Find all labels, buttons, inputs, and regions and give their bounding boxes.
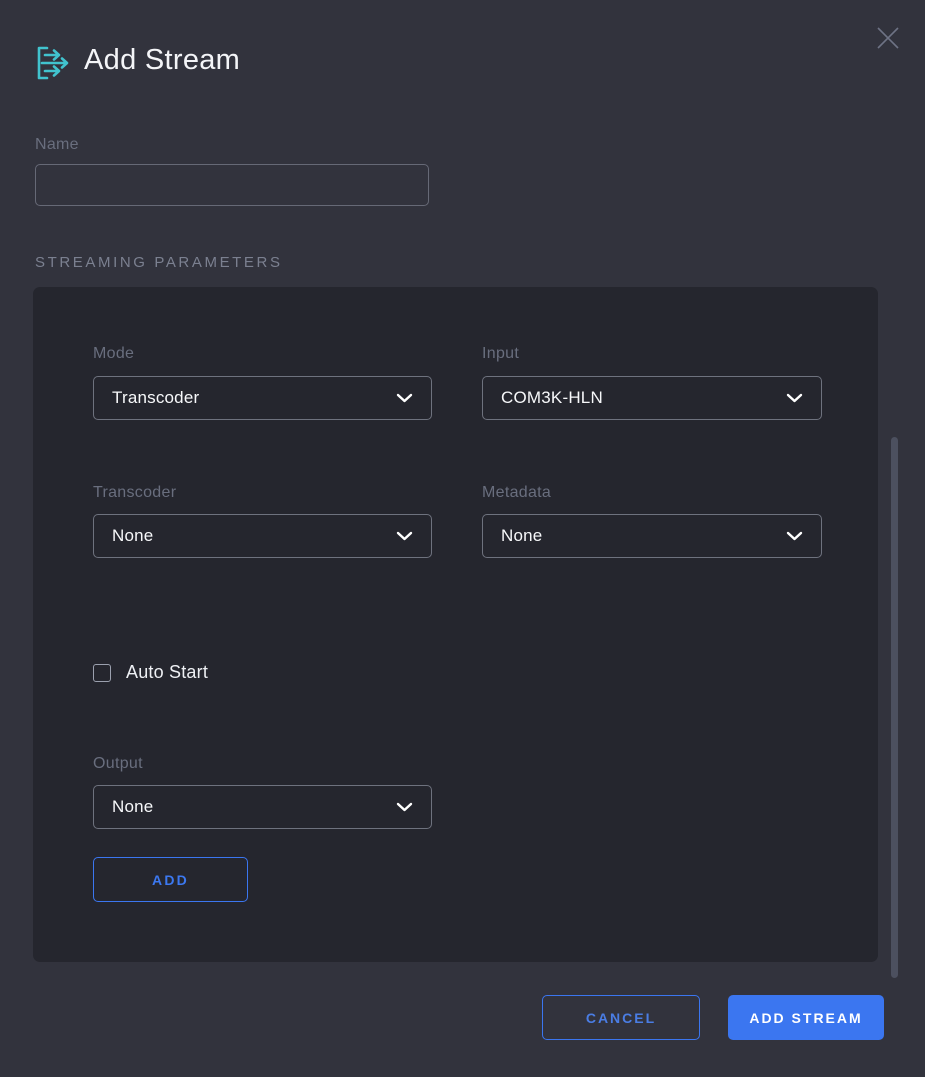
add-stream-button[interactable]: ADD STREAM [728,995,884,1040]
add-output-button[interactable]: ADD [93,857,248,902]
transcoder-value: None [112,526,396,546]
input-label: Input [482,345,519,363]
metadata-label: Metadata [482,484,551,502]
auto-start-checkbox-row[interactable]: Auto Start [93,662,208,683]
page-title: Add Stream [84,44,240,77]
chevron-down-icon [396,802,413,812]
transcoder-label: Transcoder [93,484,176,502]
output-select[interactable]: None [93,785,432,829]
cancel-button[interactable]: CANCEL [542,995,700,1040]
output-value: None [112,797,396,817]
name-input[interactable] [35,164,429,206]
scrollbar[interactable] [891,437,898,978]
chevron-down-icon [396,393,413,403]
add-stream-icon [34,45,74,81]
chevron-down-icon [396,531,413,541]
streaming-parameters-heading: STREAMING PARAMETERS [35,254,283,271]
input-select[interactable]: COM3K-HLN [482,376,822,420]
close-button[interactable] [868,18,908,58]
chevron-down-icon [786,393,803,403]
input-value: COM3K-HLN [501,388,786,408]
mode-select[interactable]: Transcoder [93,376,432,420]
mode-value: Transcoder [112,388,396,408]
close-icon [874,24,902,52]
metadata-value: None [501,526,786,546]
auto-start-checkbox[interactable] [93,664,111,682]
mode-label: Mode [93,345,134,363]
chevron-down-icon [786,531,803,541]
transcoder-select[interactable]: None [93,514,432,558]
streaming-parameters-panel: Mode Transcoder Input COM3K-HLN Transcod… [33,287,878,962]
metadata-select[interactable]: None [482,514,822,558]
output-label: Output [93,755,143,773]
name-label: Name [35,136,79,154]
auto-start-label: Auto Start [126,662,208,683]
